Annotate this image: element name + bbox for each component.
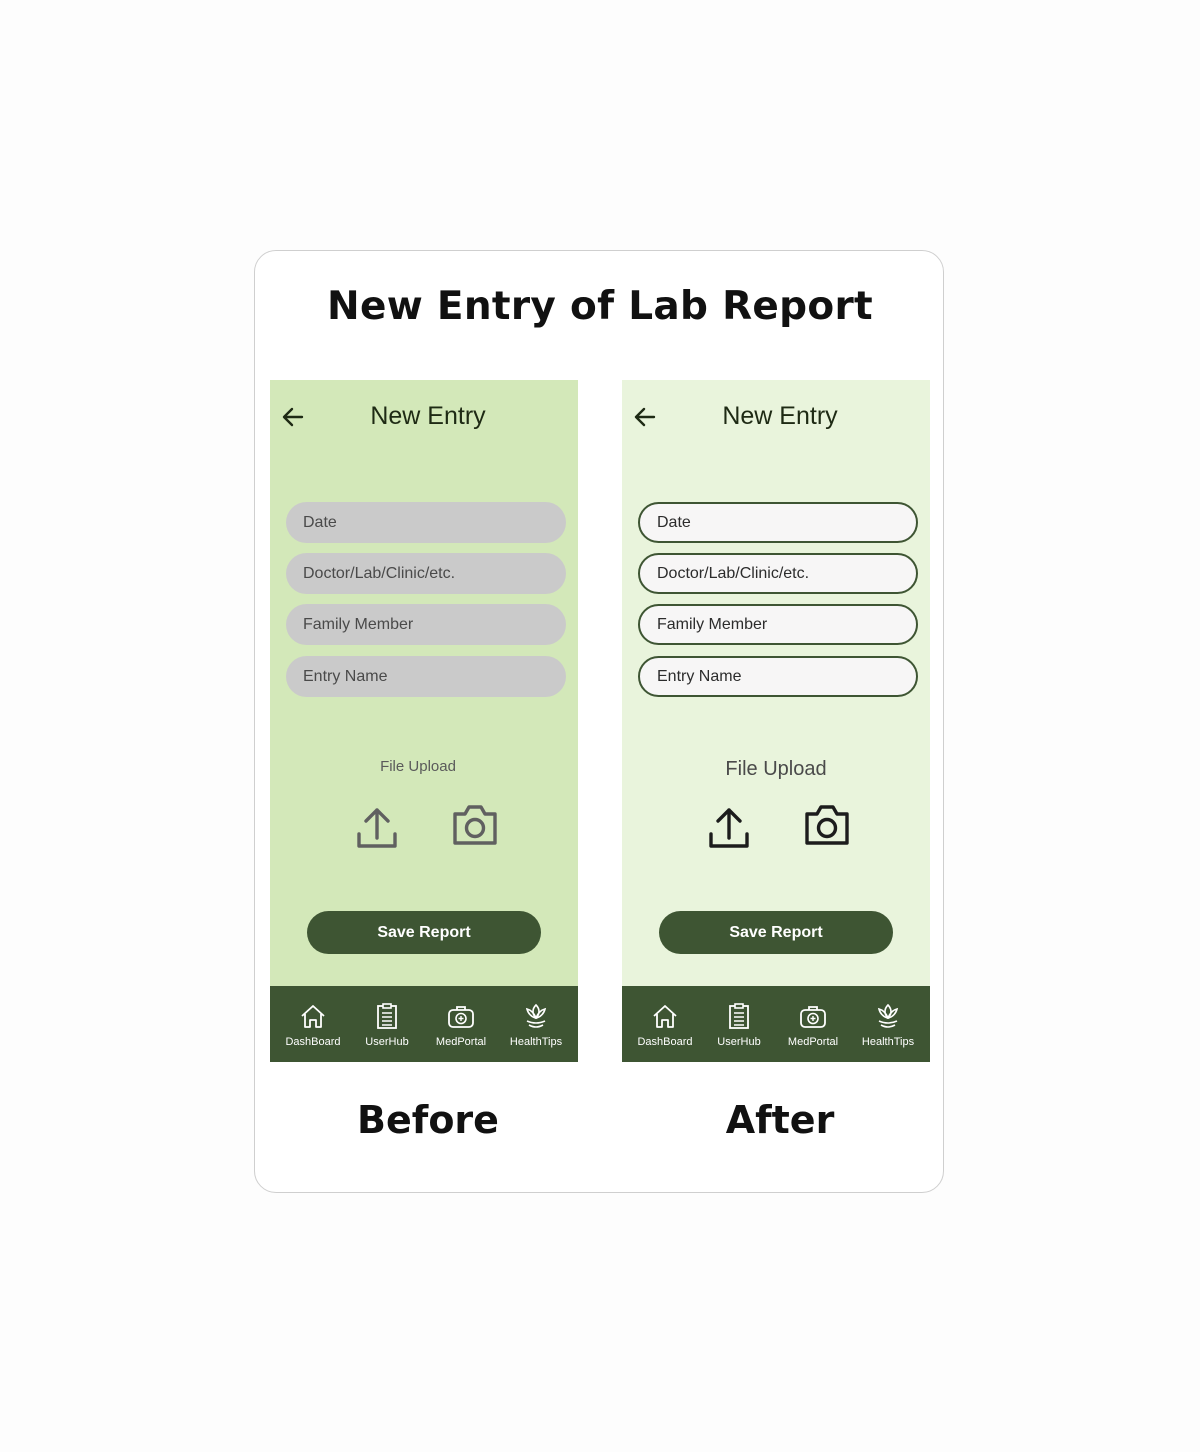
nav-item-dashboard[interactable]: DashBoard	[275, 986, 351, 1062]
nav-item-dashboard[interactable]: DashBoard	[627, 986, 703, 1062]
page-title: New Entry of Lab Report	[327, 284, 873, 329]
medkit-icon	[448, 1006, 474, 1028]
entry-name-field[interactable]: Entry Name	[286, 656, 566, 697]
home-icon	[653, 1005, 677, 1028]
before-caption: Before	[357, 1098, 499, 1142]
nav-item-healthtips[interactable]: HealthTips	[850, 986, 926, 1062]
clipboard-icon	[377, 1003, 397, 1029]
bottom-nav: DashBoard UserHub MedPortal HealthTips	[622, 986, 930, 1062]
bottom-nav: DashBoard UserHub MedPortal HealthTips	[270, 986, 578, 1062]
family-member-field[interactable]: Family Member	[286, 604, 566, 645]
nav-item-healthtips[interactable]: HealthTips	[498, 986, 574, 1062]
header-title: New Entry	[370, 402, 486, 430]
nav-item-userhub[interactable]: UserHub	[701, 986, 777, 1062]
camera-icon[interactable]	[451, 802, 499, 848]
clipboard-icon	[729, 1003, 749, 1029]
entry-name-field[interactable]: Entry Name	[638, 656, 918, 697]
doctor-lab-clinic-field[interactable]: Doctor/Lab/Clinic/etc.	[286, 553, 566, 594]
family-member-field[interactable]: Family Member	[638, 604, 918, 645]
medkit-icon	[800, 1006, 826, 1028]
screen-header: New Entry	[270, 380, 578, 455]
nav-item-medportal[interactable]: MedPortal	[775, 986, 851, 1062]
nav-item-medportal[interactable]: MedPortal	[423, 986, 499, 1062]
file-upload-label: File Upload	[725, 758, 827, 780]
lotus-icon	[525, 1003, 547, 1028]
nav-item-userhub[interactable]: UserHub	[349, 986, 425, 1062]
upload-icon[interactable]	[706, 804, 752, 850]
file-upload-label: File Upload	[380, 758, 456, 775]
date-field[interactable]: Date	[638, 502, 918, 543]
save-report-button[interactable]: Save Report	[307, 911, 541, 954]
lotus-icon	[877, 1003, 899, 1028]
save-report-button[interactable]: Save Report	[659, 911, 893, 954]
nav-label: HealthTips	[861, 1036, 915, 1048]
nav-label: HealthTips	[509, 1036, 563, 1048]
before-screen: New Entry Date Doctor/Lab/Clinic/etc. Fa…	[270, 380, 578, 1062]
after-caption: After	[725, 1098, 835, 1142]
doctor-lab-clinic-field[interactable]: Doctor/Lab/Clinic/etc.	[638, 553, 918, 594]
after-screen: New Entry Date Doctor/Lab/Clinic/etc. Fa…	[622, 380, 930, 1062]
header-title: New Entry	[722, 402, 838, 430]
date-field[interactable]: Date	[286, 502, 566, 543]
camera-icon[interactable]	[803, 802, 851, 848]
screen-header: New Entry	[622, 380, 930, 455]
upload-icon[interactable]	[354, 804, 400, 850]
home-icon	[301, 1005, 325, 1028]
